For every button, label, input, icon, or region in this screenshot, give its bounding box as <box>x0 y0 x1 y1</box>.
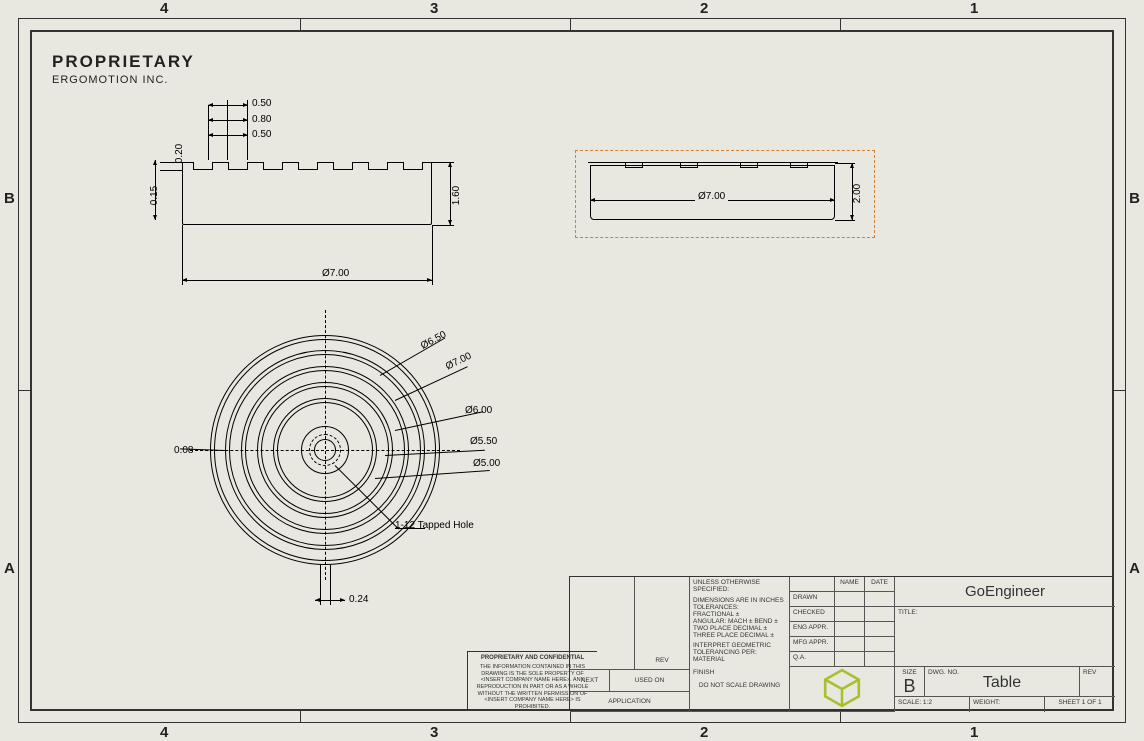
dim-dia5.00: Ø5.00 <box>473 458 500 469</box>
dim-0.50a: 0.50 <box>252 98 271 109</box>
zone-col-4-top: 4 <box>160 0 168 17</box>
unless-label: UNLESS OTHERWISE SPECIFIED: <box>693 579 786 593</box>
side-notch <box>740 163 758 168</box>
section-view-body <box>182 162 432 225</box>
used-on-label: USED ON <box>610 670 690 692</box>
dim-0.24: 0.24 <box>349 594 368 605</box>
fractional-label: FRACTIONAL ± <box>693 611 786 618</box>
dim-dia6.00: Ø6.00 <box>465 405 492 416</box>
dim-dia7-side: Ø7.00 <box>695 191 728 202</box>
title-block: REV NEXT ASSY USED ON APPLICATION UNLESS… <box>569 576 1114 711</box>
zone-row-a-right: A <box>1129 560 1140 577</box>
sheet-label: SHEET 1 OF 1 <box>1045 697 1115 712</box>
side-notch <box>625 163 643 168</box>
zone-col-3-top: 3 <box>430 0 438 17</box>
zone-tick <box>570 711 571 723</box>
zone-row-b-right: B <box>1129 190 1140 207</box>
proprietary-company: ERGOMOTION INC. <box>52 74 195 86</box>
title-label: TITLE: <box>895 607 1115 667</box>
dim-dia5.50: Ø5.50 <box>470 436 497 447</box>
mfg-label: MFG APPR. <box>790 637 835 652</box>
dim-0.80: 0.80 <box>252 114 271 125</box>
eng-label: ENG APPR. <box>790 622 835 637</box>
dim-0.08: 0.08 <box>174 445 193 456</box>
ext-line <box>160 170 182 171</box>
three-place-label: THREE PLACE DECIMAL ± <box>693 632 786 639</box>
dim-0.15: 0.15 <box>149 186 160 205</box>
dim-arrow <box>208 135 248 136</box>
zone-col-1-bot: 1 <box>970 724 978 741</box>
zone-tick <box>570 18 571 30</box>
side-notch <box>790 163 808 168</box>
tolper-label: TOLERANCING PER: <box>693 649 786 656</box>
ext-line <box>432 225 454 226</box>
qa-label: Q.A. <box>790 652 835 667</box>
size-label: SIZE <box>898 669 921 676</box>
company-name: GoEngineer <box>895 577 1115 607</box>
zone-tick <box>840 711 841 723</box>
side-notch <box>680 163 698 168</box>
scale-label: SCALE: 1:2 <box>895 697 970 712</box>
drawn-label: DRAWN <box>790 592 835 607</box>
note-tapped-hole: 1-12 Tapped Hole <box>395 520 474 531</box>
checked-label: CHECKED <box>790 607 835 622</box>
angular-label: ANGULAR: MACH ± BEND ± <box>693 618 786 625</box>
next-assy-label: NEXT ASSY <box>570 670 610 692</box>
zone-tick <box>1114 390 1126 391</box>
rev-header: REV <box>635 655 690 670</box>
two-place-label: TWO PLACE DECIMAL ± <box>693 625 786 632</box>
dns-label: DO NOT SCALE DRAWING <box>693 682 786 689</box>
plan-view <box>200 320 450 580</box>
dim-in-label: DIMENSIONS ARE IN INCHES <box>693 597 786 604</box>
zone-col-3-bot: 3 <box>430 724 438 741</box>
ext-line <box>182 225 183 285</box>
ext-line <box>432 225 433 285</box>
ext-line <box>330 565 331 605</box>
dim-1.60: 1.60 <box>451 186 462 205</box>
ext-line <box>835 220 855 221</box>
ext-line <box>320 565 321 605</box>
zone-col-4-bot: 4 <box>160 724 168 741</box>
dwgno-value: Table <box>928 674 1076 692</box>
weight-label: WEIGHT: <box>970 697 1045 712</box>
zone-row-b-left: B <box>4 190 15 207</box>
finish-label: FINISH <box>693 669 786 676</box>
ext-line <box>227 100 228 160</box>
dim-arrow <box>208 105 248 106</box>
zone-row-a-left: A <box>4 560 15 577</box>
date-hdr: DATE <box>865 577 895 592</box>
dim-arrow <box>315 600 345 601</box>
zone-tick <box>300 711 301 723</box>
dim-0.20: 0.20 <box>174 144 185 163</box>
zone-col-1-top: 1 <box>970 0 978 17</box>
material-label: MATERIAL <box>693 656 786 663</box>
zone-col-2-top: 2 <box>700 0 708 17</box>
tol-label: TOLERANCES: <box>693 604 786 611</box>
proprietary-block: PROPRIETARY ERGOMOTION INC. <box>52 52 195 86</box>
interpret-label: INTERPRET GEOMETRIC <box>693 642 786 649</box>
cube-icon <box>821 667 863 709</box>
dim-arrow <box>182 280 432 281</box>
zone-tick <box>18 390 30 391</box>
rev-label: REV <box>1080 667 1115 697</box>
zone-col-2-bot: 2 <box>700 724 708 741</box>
dim-0.50b: 0.50 <box>252 129 271 140</box>
name-hdr: NAME <box>835 577 865 592</box>
size-value: B <box>898 676 921 697</box>
ext-line <box>247 100 248 160</box>
dim-dia7-section: Ø7.00 <box>320 268 351 279</box>
zone-tick <box>300 18 301 30</box>
application-label: APPLICATION <box>570 692 690 712</box>
dim-arrow <box>208 120 248 121</box>
zone-tick <box>840 18 841 30</box>
dim-2.00: 2.00 <box>852 184 863 203</box>
proprietary-title: PROPRIETARY <box>52 52 195 72</box>
